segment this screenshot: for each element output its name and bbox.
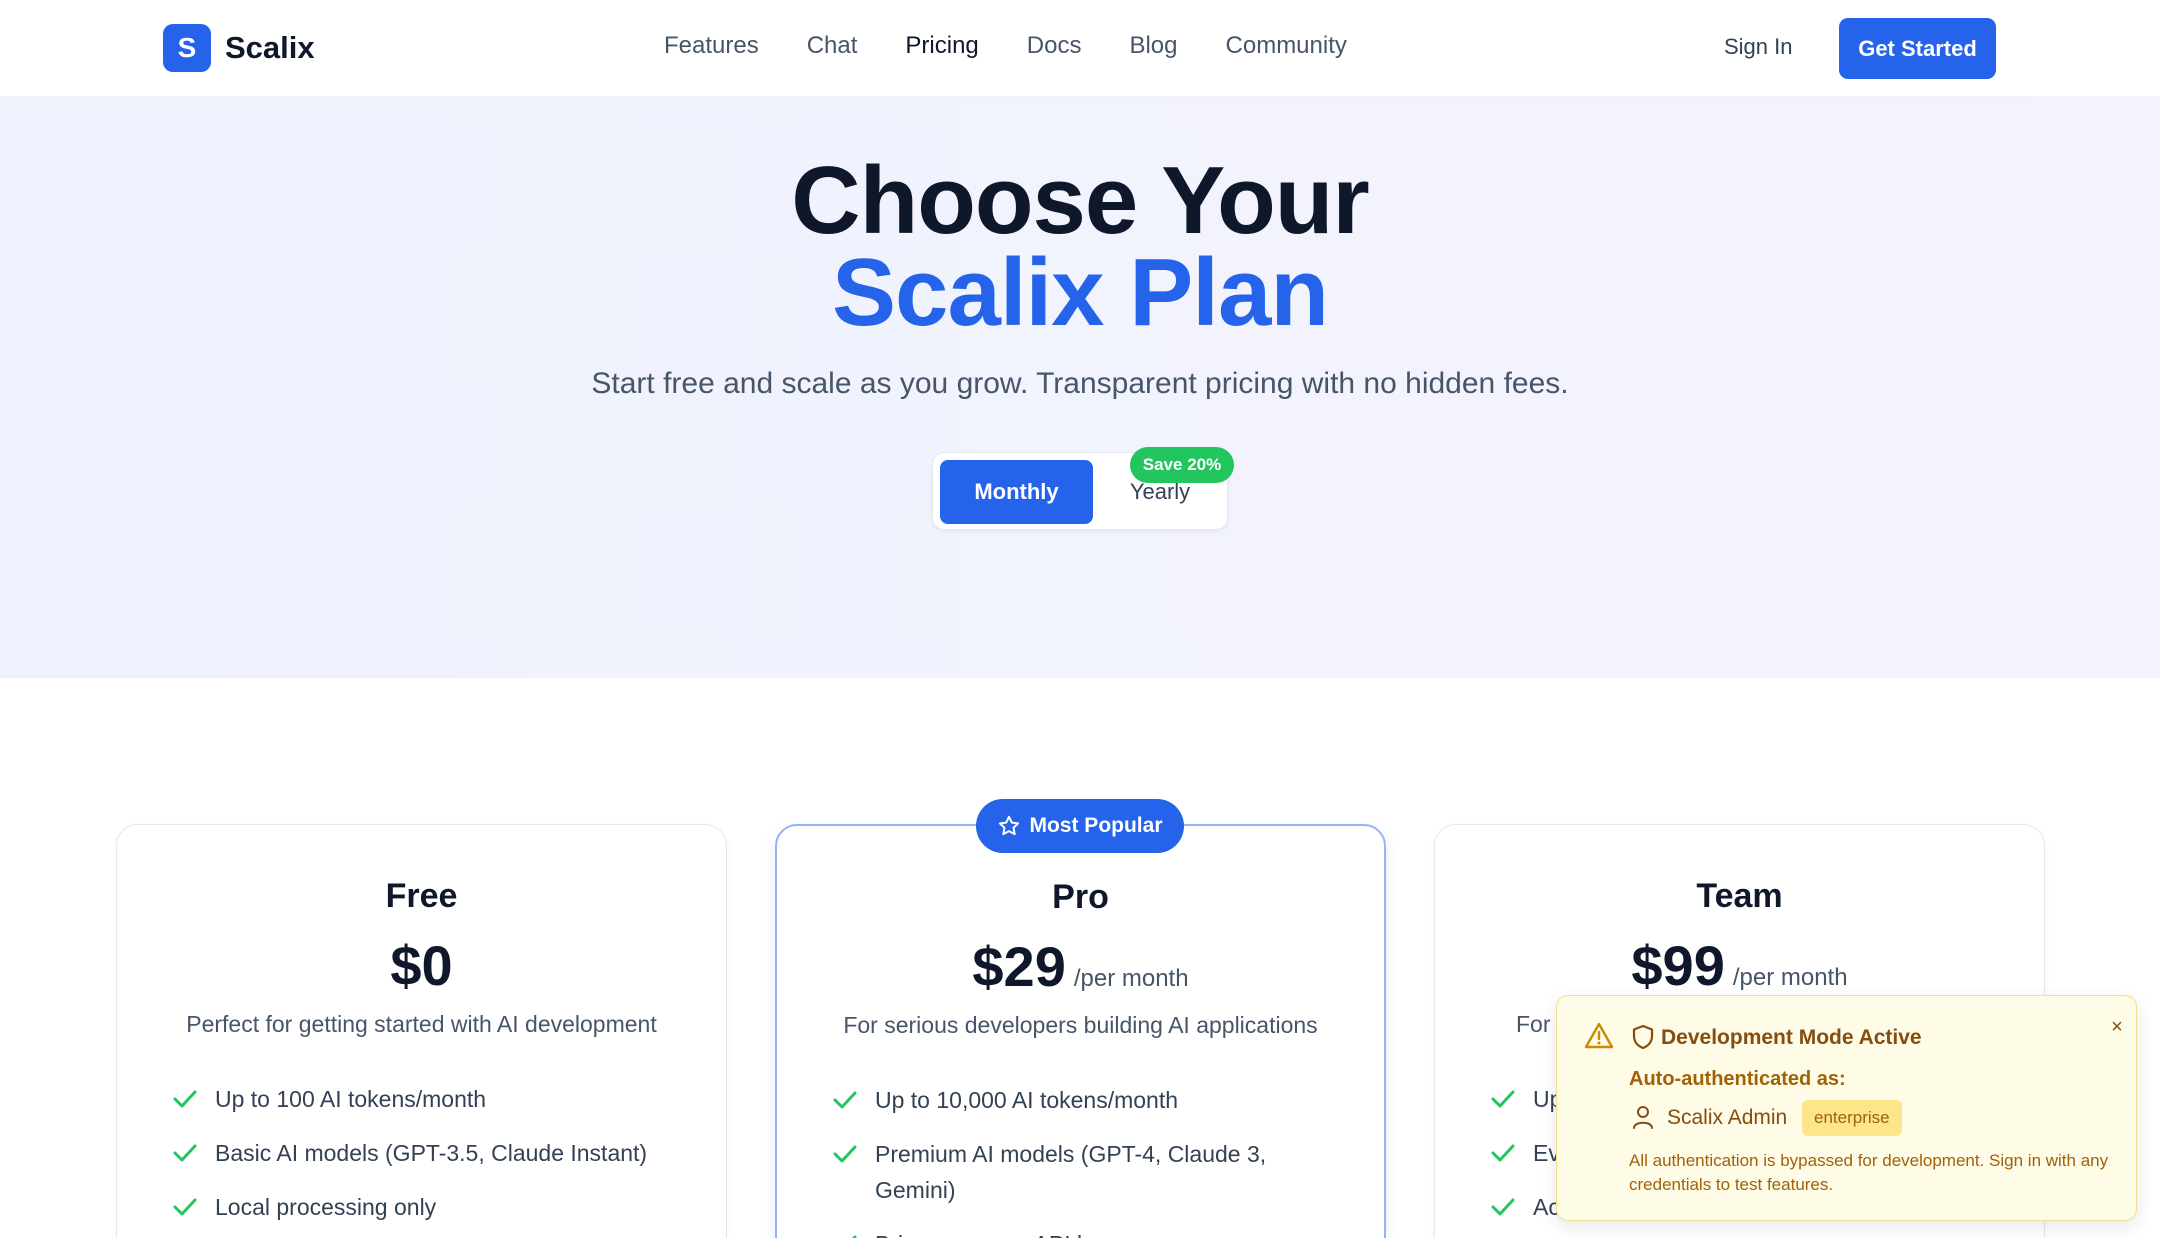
check-icon [173, 1198, 197, 1216]
plan-price: $29 [972, 935, 1066, 998]
feature-item: Premium AI models (GPT-4, Claude 3, Gemi… [827, 1136, 1347, 1208]
check-icon [1491, 1198, 1515, 1216]
plan-price-row: $99/per month [1435, 933, 2044, 998]
user-icon [1633, 1106, 1653, 1129]
most-popular-label: Most Popular [1029, 814, 1163, 837]
plan-description: For serious developers building AI appli… [843, 1012, 1318, 1038]
page-title-line2: Scalix Plan [832, 239, 1329, 346]
feature-item: Basic AI models (GPT-3.5, Claude Instant… [167, 1135, 687, 1171]
feature-item: Up to 100 AI tokens/month [167, 1081, 687, 1117]
toast-auth-label: Auto-authenticated as: [1629, 1068, 1846, 1090]
page-subtitle: Start free and scale as you grow. Transp… [591, 367, 1569, 400]
feature-text: Local processing only [215, 1194, 437, 1220]
check-icon [833, 1091, 857, 1109]
plan-price-row: $0 [117, 933, 726, 998]
feature-text: Up to 10,000 AI tokens/month [875, 1087, 1179, 1113]
get-started-button[interactable]: Get Started [1839, 18, 1996, 79]
nav-link-pricing[interactable]: Pricing [905, 32, 978, 60]
plan-features: Up to 10,000 AI tokens/month Premium AI … [827, 1082, 1347, 1238]
warning-icon [1584, 1022, 1614, 1049]
plan-card-free: Free $0 Perfect for getting started with… [116, 824, 727, 1238]
feature-item: Local processing only [167, 1189, 687, 1225]
shield-icon [1632, 1024, 1654, 1050]
toast-title: Development Mode Active [1661, 1026, 1922, 1049]
brand-logo[interactable]: S Scalix [163, 24, 315, 72]
feature-text: Basic AI models (GPT-3.5, Claude Instant… [215, 1140, 648, 1166]
toast-body: All authentication is bypassed for devel… [1629, 1151, 2109, 1194]
dev-mode-toast: Development Mode Active × Auto-authentic… [1556, 995, 2137, 1221]
page-title: Choose Your Scalix Plan [0, 153, 2160, 346]
plan-name: Team [1696, 877, 1783, 915]
sign-in-link[interactable]: Sign In [1724, 34, 1793, 60]
feature-item: Up to 10,000 AI tokens/month [827, 1082, 1347, 1118]
check-icon [1491, 1090, 1515, 1108]
plan-period: /per month [1073, 965, 1189, 992]
feature-text: Premium AI models (GPT-4, Claude 3, Gemi… [875, 1141, 1267, 1203]
close-icon[interactable]: × [2106, 1016, 2128, 1038]
most-popular-badge: Most Popular [976, 799, 1184, 853]
primary-nav: Features Chat Pricing Docs Blog Communit… [664, 32, 1395, 60]
save-badge: Save 20% [1130, 447, 1234, 483]
check-icon [833, 1145, 857, 1163]
plan-name: Free [385, 877, 458, 915]
star-icon [999, 815, 1020, 836]
plan-price-row: $29/per month [777, 934, 1384, 999]
plan-features: Up to 100 AI tokens/month Basic AI model… [167, 1081, 687, 1238]
plan-period: /per month [1732, 964, 1848, 991]
logo-icon: S [163, 24, 211, 72]
page-title-line1: Choose Your [791, 147, 1370, 254]
billing-monthly-button[interactable]: Monthly [940, 460, 1093, 524]
nav-link-chat[interactable]: Chat [807, 32, 858, 60]
plan-description: Perfect for getting started with AI deve… [186, 1011, 657, 1037]
plan-price: $0 [390, 934, 453, 997]
check-icon [173, 1090, 197, 1108]
nav-link-features[interactable]: Features [664, 32, 759, 60]
check-icon [1491, 1144, 1515, 1162]
plan-card-pro: Pro $29/per month For serious developers… [775, 824, 1386, 1238]
brand-name: Scalix [225, 30, 315, 65]
feature-text: Up to 100 AI tokens/month [215, 1086, 487, 1112]
nav-link-community[interactable]: Community [1226, 32, 1347, 60]
plan-price: $99 [1631, 934, 1725, 997]
check-icon [173, 1144, 197, 1162]
feature-text: Bring your own API keys [875, 1226, 1124, 1238]
toast-user-name: Scalix Admin [1667, 1106, 1788, 1129]
nav-link-blog[interactable]: Blog [1129, 32, 1177, 60]
toast-tier-badge: enterprise [1802, 1100, 1902, 1136]
pricing-hero: Choose Your Scalix Plan Start free and s… [0, 97, 2160, 678]
check-icon [852, 1235, 857, 1238]
feature-item: Bring your own API keys [827, 1226, 1347, 1238]
top-navbar: S Scalix Features Chat Pricing Docs Blog… [0, 0, 2160, 97]
plan-name: Pro [1052, 878, 1109, 916]
nav-link-docs[interactable]: Docs [1027, 32, 1082, 60]
